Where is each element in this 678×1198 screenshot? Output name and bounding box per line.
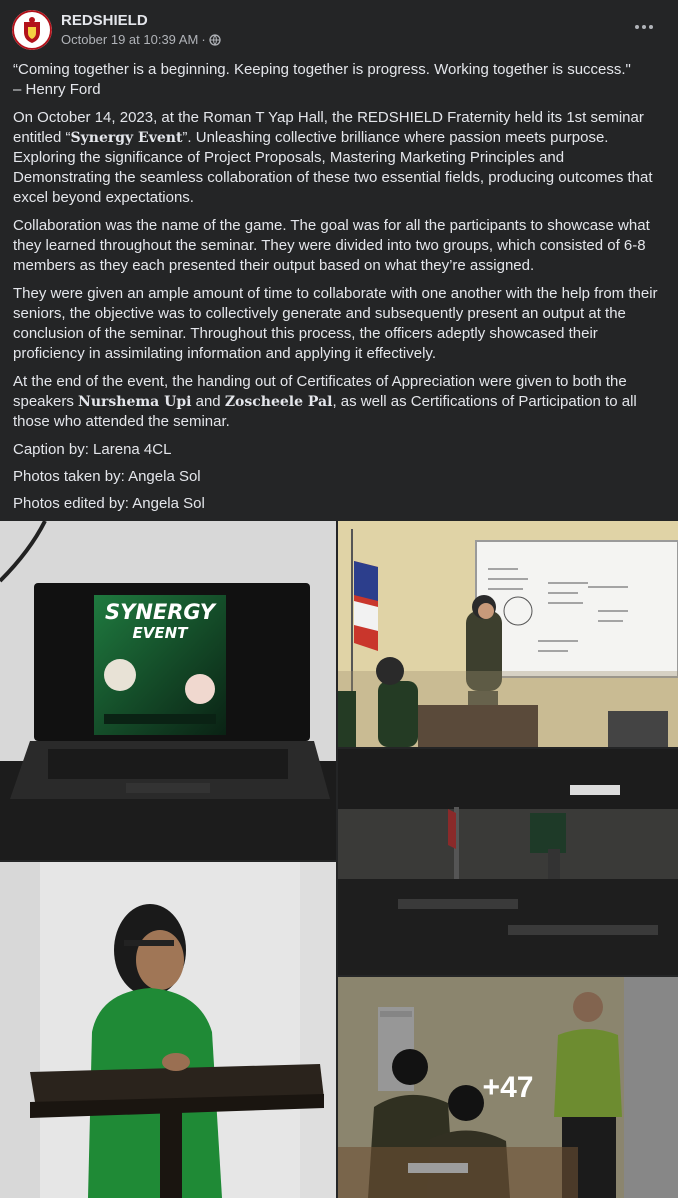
quote-author: – Henry Ford [13, 81, 101, 98]
page-name[interactable]: REDSHIELD [61, 12, 148, 29]
more-horizontal-icon[interactable] [628, 14, 660, 40]
photo-laptop[interactable]: SYNERGY EVENT [0, 521, 336, 860]
post-body: “Coming together is a beginning. Keeping… [13, 60, 665, 521]
photos-edited-credit: Photos edited by: Angela Sol [13, 495, 205, 512]
photo-whiteboard-presenter[interactable] [338, 521, 678, 747]
photo-dark-room[interactable] [338, 749, 678, 975]
globe-icon[interactable] [209, 33, 221, 46]
photo-gallery: SYNERGY EVENT +47 [0, 521, 678, 1198]
post-timestamp[interactable]: October 19 at 10:39 AM [61, 32, 198, 47]
quote-paragraph: “Coming together is a beginning. Keeping… [13, 60, 665, 100]
paragraph-2: Collaboration was the name of the game. … [13, 217, 650, 274]
post-meta: October 19 at 10:39 AM · [61, 32, 221, 47]
laptop-screen-subtitle: EVENT [132, 624, 188, 642]
speaker-1: Nurshema Upi [78, 394, 192, 410]
p4-and: and [191, 393, 225, 410]
photo-students-more[interactable]: +47 [338, 977, 678, 1198]
post-header: REDSHIELD October 19 at 10:39 AM · [0, 0, 678, 58]
more-photos-count: +47 [482, 1070, 534, 1104]
page-avatar[interactable] [12, 10, 52, 50]
caption-credit: Caption by: Larena 4CL [13, 441, 172, 458]
meta-separator: · [201, 32, 206, 47]
paragraph-4: At the end of the event, the handing out… [13, 372, 665, 432]
paragraph-1: On October 14, 2023, at the Roman T Yap … [13, 108, 665, 208]
speaker-2: Zoscheele Pal [224, 394, 333, 410]
photo-speaker-podium[interactable] [0, 862, 336, 1198]
quote-text: “Coming together is a beginning. Keeping… [13, 61, 631, 78]
laptop-screen-title: SYNERGY [104, 600, 215, 624]
photos-taken-credit: Photos taken by: Angela Sol [13, 468, 201, 485]
paragraph-3: They were given an ample amount of time … [13, 285, 658, 362]
event-name: Synergy Event [70, 130, 183, 146]
redshield-logo-icon [12, 10, 52, 50]
more-photos-overlay[interactable]: +47 [338, 977, 678, 1198]
